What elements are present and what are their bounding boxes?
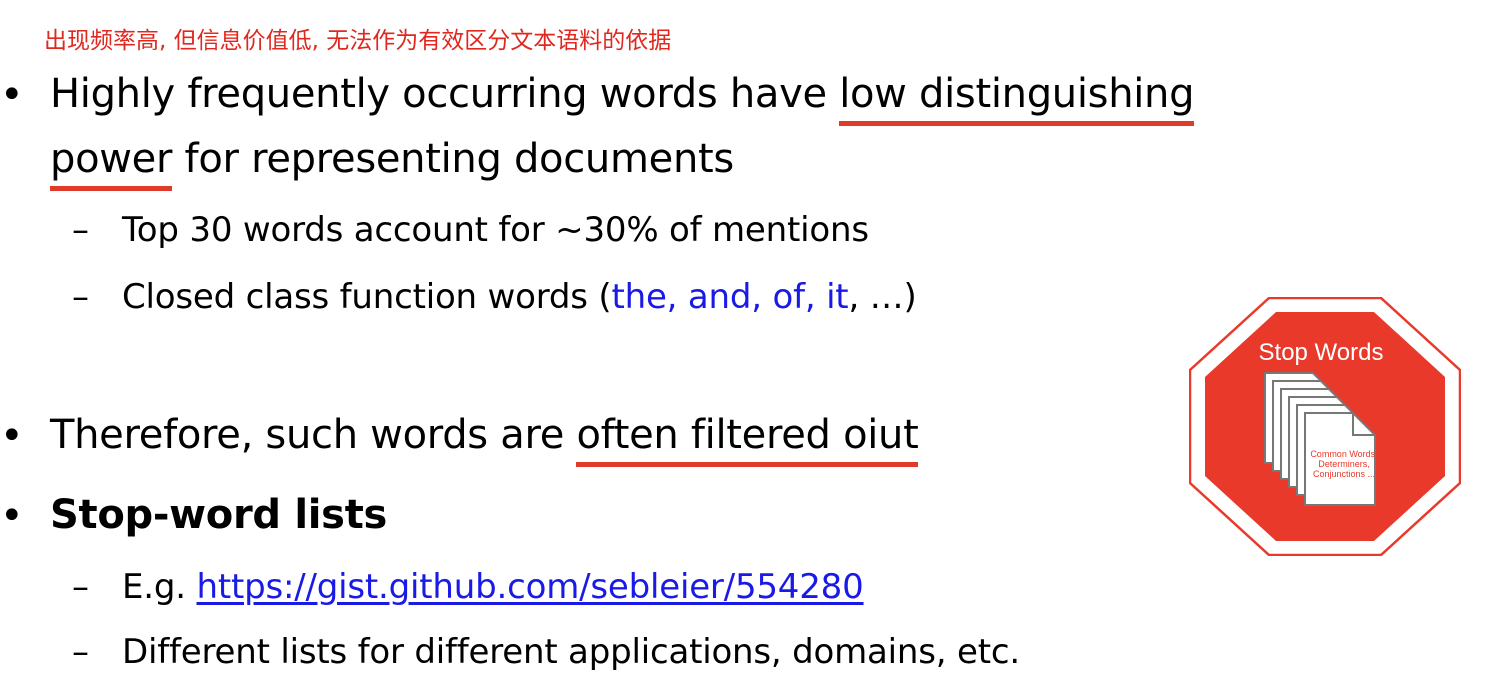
dash-marker: – bbox=[72, 567, 89, 607]
doc-line-1: Common Words, bbox=[1310, 449, 1377, 459]
translation-annotation: 出现频率高, 但信息价值低, 无法作为有效区分文本语料的依据 bbox=[44, 28, 672, 54]
stopword-list-link[interactable]: https://gist.github.com/sebleier/554280 bbox=[197, 567, 864, 607]
dash-marker: – bbox=[72, 277, 89, 317]
sub-bullet-different-lists: Different lists for different applicatio… bbox=[122, 632, 1020, 672]
underlined-phrase: power bbox=[50, 129, 172, 191]
dash-marker: – bbox=[72, 210, 89, 250]
sub-bullet-closed-class: Closed class function words (the, and, o… bbox=[122, 277, 917, 317]
bullet-2: Therefore, such words are often filtered… bbox=[50, 405, 919, 467]
stop-sign-illustration: Stop Words Common Words, Determiners, Co… bbox=[1189, 297, 1461, 556]
dash-marker: – bbox=[72, 632, 89, 672]
example-words: the, and, of, it bbox=[611, 277, 849, 317]
underlined-phrase: often filtered oiut bbox=[576, 405, 919, 467]
stop-sign-title: Stop Words bbox=[1259, 339, 1384, 366]
sub-bullet-example: E.g. https://gist.github.com/sebleier/55… bbox=[122, 567, 864, 607]
bullet-marker: • bbox=[0, 493, 24, 539]
sub-bullet-top30: Top 30 words account for ~30% of mention… bbox=[122, 210, 869, 250]
bullet-3-stopword-lists: Stop-word lists bbox=[50, 492, 388, 538]
underlined-phrase: low distinguishing bbox=[839, 64, 1195, 126]
doc-line-3: Conjunctions ... bbox=[1313, 469, 1375, 479]
doc-line-2: Determiners, bbox=[1318, 459, 1370, 469]
bullet-marker: • bbox=[0, 72, 24, 118]
bullet-marker: • bbox=[0, 413, 24, 459]
bullet-1-line-2: power for representing documents bbox=[50, 129, 734, 191]
bullet-1-line-1: Highly frequently occurring words have l… bbox=[50, 64, 1195, 126]
